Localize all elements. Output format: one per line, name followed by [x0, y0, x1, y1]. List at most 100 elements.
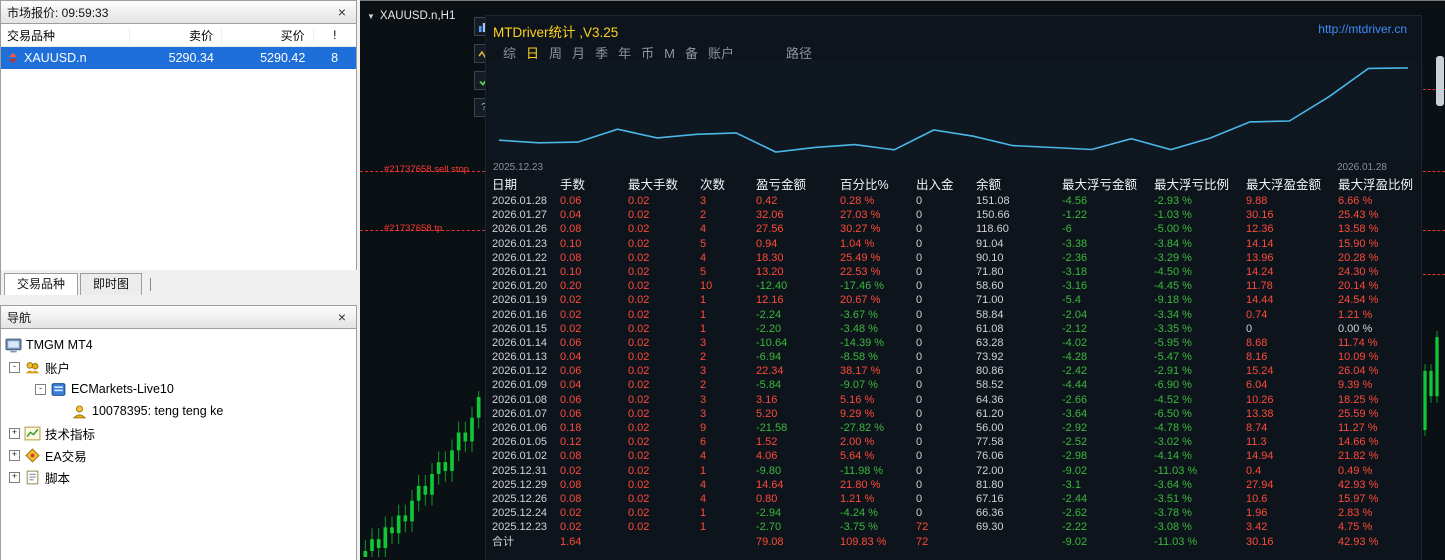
order-line-sell-stop[interactable]	[1423, 171, 1445, 172]
price-line[interactable]	[1423, 274, 1445, 275]
collapse-icon[interactable]: -	[35, 383, 46, 395]
quote-row-xauusd[interactable]: XAUUSD.n 5290.34 5290.42 8	[1, 47, 356, 69]
data-cell: -4.44	[1062, 379, 1088, 392]
data-cell: 0.08	[560, 478, 582, 491]
data-cell: 81.80	[976, 478, 1004, 491]
data-cell: 0.02	[628, 365, 650, 378]
stats-table-row: 2026.01.16 0.02 0.02 1 -2.24 -3.67 % 0 58.84 -2.…	[486, 308, 1417, 322]
close-icon[interactable]: ×	[334, 310, 350, 324]
expand-icon[interactable]: +	[9, 427, 20, 439]
tab-symbols[interactable]: 交易品种	[4, 273, 79, 295]
data-cell: 0.02	[628, 209, 650, 222]
navigator-titlebar[interactable]: 导航 ×	[0, 305, 357, 329]
data-cell: 24.54 %	[1338, 294, 1379, 307]
data-cell: -9.02	[1062, 464, 1088, 477]
stats-menu-item-M[interactable]: M	[664, 46, 675, 61]
data-cell: -4.24 %	[840, 507, 878, 520]
data-cell: 67.16	[976, 492, 1004, 505]
tree-item-label: TMGM MT4	[26, 338, 93, 352]
data-cell: 27.03 %	[840, 209, 881, 222]
column-header-symbol[interactable]: 交易品种	[1, 27, 129, 44]
chart-window[interactable]: ▼ XAUUSD.n,H1 ? #21737658 sell stop #217…	[360, 0, 1445, 560]
data-cell: 22.34	[756, 365, 784, 378]
order-line-tp[interactable]	[1423, 230, 1445, 231]
order-label-tp[interactable]: #21737658 tp	[384, 223, 442, 234]
navigator-body: TMGM MT4 - 账户 - ECMarkets-Live10 10078395: te…	[0, 329, 357, 560]
data-cell	[622, 535, 694, 549]
data-cell: 15.24	[1246, 365, 1274, 378]
expand-icon[interactable]: +	[9, 449, 20, 461]
data-cell: 69.30	[976, 521, 1004, 534]
data-cell: -3.75 %	[840, 521, 878, 534]
data-cell: 14.24	[1246, 265, 1274, 278]
data-cell: 26.04 %	[1338, 365, 1379, 378]
tree-item-indicators[interactable]: + 技术指标	[1, 422, 356, 444]
market-watch-titlebar[interactable]: 市场报价: 09:59:33 ×	[0, 0, 357, 24]
data-cell: -1.22	[1062, 209, 1088, 222]
tree-item-ecmarkets-live10[interactable]: - ECMarkets-Live10	[1, 378, 356, 400]
chevron-down-icon[interactable]: ▼	[367, 12, 375, 21]
data-cell: -6.50 %	[1154, 407, 1192, 420]
header-cell: 余额	[976, 178, 1002, 192]
data-cell: 1.96	[1246, 507, 1268, 520]
data-cell: 14.14	[1246, 237, 1274, 250]
chart-scrollbar-thumb[interactable]	[1436, 56, 1444, 106]
column-header-ask[interactable]: 买价	[220, 26, 313, 44]
tree-item-tmgm-mt4[interactable]: TMGM MT4	[1, 334, 356, 356]
data-cell: 2026.01.15	[492, 322, 548, 335]
data-cell: 0.02	[628, 322, 650, 335]
stats-table-row: 2025.12.24 0.02 0.02 1 -2.94 -4.24 % 0 66.36 -2.…	[486, 506, 1417, 520]
tree-item-ea[interactable]: + EA交易	[1, 444, 356, 466]
data-cell: 0.02	[628, 237, 650, 250]
data-cell: 2026.01.27	[492, 209, 548, 222]
data-cell: 0	[916, 195, 923, 207]
order-label-sell-stop[interactable]: #21737658 sell stop	[384, 164, 469, 175]
data-cell: -3.38	[1062, 237, 1088, 250]
data-cell: 2026.01.09	[492, 379, 548, 392]
data-cell: 9.88	[1246, 195, 1268, 207]
data-cell: 0.06	[560, 393, 582, 406]
stats-table-row: 2026.01.07 0.06 0.02 3 5.20 9.29 % 0 61.20 -3.64…	[486, 407, 1417, 421]
data-cell: 4.06	[756, 450, 778, 463]
expand-icon[interactable]: +	[9, 471, 20, 483]
data-cell: 2026.01.26	[492, 223, 548, 236]
indicators-icon	[24, 426, 41, 441]
header-cell: 最大手数	[628, 178, 679, 192]
data-cell: 13.58 %	[1338, 223, 1379, 236]
stats-panel-link[interactable]: http://mtdriver.cn	[1318, 22, 1407, 36]
data-cell: 1	[700, 308, 707, 321]
data-cell: 0	[916, 265, 923, 278]
data-cell: 1	[700, 322, 707, 335]
tree-item-login-10078395[interactable]: 10078395: teng teng ke	[1, 400, 356, 422]
collapse-icon[interactable]: -	[9, 361, 20, 373]
column-header-bid[interactable]: 卖价	[129, 26, 221, 44]
close-icon[interactable]: ×	[334, 5, 350, 19]
data-cell: 0.06	[560, 195, 582, 207]
data-cell: 3.16	[756, 393, 778, 406]
data-cell: 0.00 %	[1338, 322, 1373, 335]
data-cell: 20.67 %	[840, 294, 881, 307]
data-cell: 0.06	[560, 336, 582, 349]
tab-tick-chart[interactable]: 即时图	[80, 273, 143, 295]
ea-icon	[24, 447, 41, 463]
tree-item-accounts[interactable]: - 账户	[1, 356, 356, 378]
header-cell: 最大浮亏金额	[1062, 178, 1138, 192]
data-cell: 0	[916, 322, 923, 335]
data-cell: 6.04	[1246, 379, 1268, 392]
data-cell: 2026.01.20	[492, 280, 548, 293]
data-cell: 8.74	[1246, 422, 1268, 434]
data-cell: 14.94	[1246, 450, 1274, 463]
data-cell: 0.02	[628, 195, 650, 207]
data-cell: 6	[700, 436, 707, 449]
data-cell: 0	[916, 308, 923, 321]
data-cell: 2026.01.22	[492, 251, 548, 264]
data-cell: 10.6	[1246, 492, 1268, 505]
data-cell: -2.12	[1062, 322, 1088, 335]
data-cell: 4	[700, 251, 707, 264]
market-watch-body: 交易品种 卖价 买价 ! XAUUSD.n 5290.34 5290.42 8	[0, 24, 357, 273]
tree-item-scripts[interactable]: + 脚本	[1, 466, 356, 488]
data-cell: 0.02	[628, 478, 650, 491]
data-cell: -11.98 %	[840, 464, 884, 477]
column-header-spread[interactable]: !	[312, 28, 356, 42]
data-cell: 0.10	[560, 237, 582, 250]
